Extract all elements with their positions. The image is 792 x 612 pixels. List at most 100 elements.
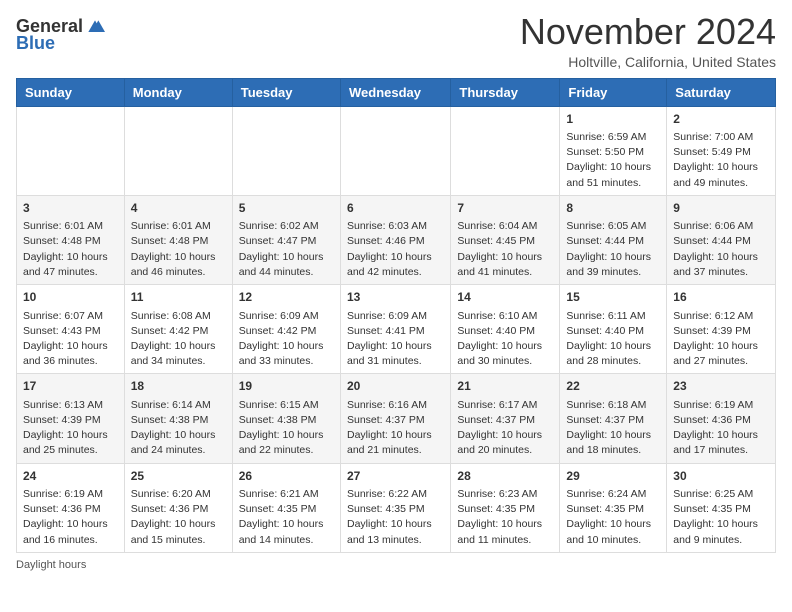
calendar-week-5: 24Sunrise: 6:19 AMSunset: 4:36 PMDayligh… [17,463,776,552]
day-info: Sunset: 4:35 PM [673,502,769,517]
day-number: 20 [347,378,444,395]
calendar-cell: 17Sunrise: 6:13 AMSunset: 4:39 PMDayligh… [17,374,125,463]
day-info: Sunrise: 6:14 AM [131,398,226,413]
day-info: Sunrise: 6:05 AM [566,219,660,234]
day-info: Daylight: 10 hours and 15 minutes. [131,517,226,547]
day-info: Daylight: 10 hours and 42 minutes. [347,250,444,280]
day-number: 16 [673,289,769,306]
day-info: Sunset: 4:35 PM [347,502,444,517]
calendar-week-3: 10Sunrise: 6:07 AMSunset: 4:43 PMDayligh… [17,285,776,374]
day-info: Daylight: 10 hours and 36 minutes. [23,339,118,369]
day-number: 23 [673,378,769,395]
day-number: 1 [566,111,660,128]
day-info: Sunset: 4:48 PM [23,234,118,249]
day-info: Sunrise: 6:06 AM [673,219,769,234]
footer: Daylight hours [16,559,776,571]
day-info: Sunrise: 6:09 AM [239,309,334,324]
title-section: November 2024 Holtville, California, Uni… [520,12,776,70]
day-info: Sunset: 5:50 PM [566,145,660,160]
day-info: Daylight: 10 hours and 24 minutes. [131,428,226,458]
calendar-cell: 25Sunrise: 6:20 AMSunset: 4:36 PMDayligh… [124,463,232,552]
day-number: 21 [457,378,553,395]
day-info: Daylight: 10 hours and 16 minutes. [23,517,118,547]
day-info: Sunrise: 6:07 AM [23,309,118,324]
day-info: Sunset: 4:39 PM [673,324,769,339]
calendar-cell: 10Sunrise: 6:07 AMSunset: 4:43 PMDayligh… [17,285,125,374]
day-number: 26 [239,468,334,485]
day-info: Sunrise: 6:59 AM [566,130,660,145]
day-info: Sunrise: 6:18 AM [566,398,660,413]
day-info: Sunset: 4:42 PM [239,324,334,339]
day-info: Daylight: 10 hours and 20 minutes. [457,428,553,458]
header-row: Sunday Monday Tuesday Wednesday Thursday… [17,78,776,106]
month-title: November 2024 [520,12,776,52]
day-info: Sunrise: 6:25 AM [673,487,769,502]
day-info: Daylight: 10 hours and 14 minutes. [239,517,334,547]
day-number: 11 [131,289,226,306]
day-info: Sunset: 4:36 PM [23,502,118,517]
day-number: 14 [457,289,553,306]
day-info: Sunrise: 6:04 AM [457,219,553,234]
day-info: Sunset: 4:48 PM [131,234,226,249]
day-info: Sunset: 4:44 PM [566,234,660,249]
day-number: 30 [673,468,769,485]
day-info: Sunset: 4:45 PM [457,234,553,249]
day-info: Sunset: 4:35 PM [239,502,334,517]
calendar-cell: 24Sunrise: 6:19 AMSunset: 4:36 PMDayligh… [17,463,125,552]
day-info: Sunset: 4:38 PM [131,413,226,428]
calendar-cell [340,106,450,195]
day-number: 6 [347,200,444,217]
day-info: Daylight: 10 hours and 25 minutes. [23,428,118,458]
col-monday: Monday [124,78,232,106]
day-info: Daylight: 10 hours and 51 minutes. [566,160,660,190]
day-number: 7 [457,200,553,217]
calendar-cell: 27Sunrise: 6:22 AMSunset: 4:35 PMDayligh… [340,463,450,552]
day-info: Sunset: 4:39 PM [23,413,118,428]
col-wednesday: Wednesday [340,78,450,106]
logo: General Blue [16,16,105,54]
calendar-cell: 26Sunrise: 6:21 AMSunset: 4:35 PMDayligh… [232,463,340,552]
day-number: 13 [347,289,444,306]
day-number: 25 [131,468,226,485]
day-info: Sunset: 4:38 PM [239,413,334,428]
calendar-cell: 7Sunrise: 6:04 AMSunset: 4:45 PMDaylight… [451,195,560,284]
day-info: Sunset: 4:35 PM [457,502,553,517]
calendar-week-2: 3Sunrise: 6:01 AMSunset: 4:48 PMDaylight… [17,195,776,284]
calendar-cell: 3Sunrise: 6:01 AMSunset: 4:48 PMDaylight… [17,195,125,284]
day-number: 9 [673,200,769,217]
day-info: Daylight: 10 hours and 39 minutes. [566,250,660,280]
day-info: Sunset: 4:36 PM [131,502,226,517]
calendar-cell: 28Sunrise: 6:23 AMSunset: 4:35 PMDayligh… [451,463,560,552]
calendar-cell: 29Sunrise: 6:24 AMSunset: 4:35 PMDayligh… [560,463,667,552]
calendar-cell: 21Sunrise: 6:17 AMSunset: 4:37 PMDayligh… [451,374,560,463]
day-number: 5 [239,200,334,217]
day-number: 4 [131,200,226,217]
day-info: Daylight: 10 hours and 49 minutes. [673,160,769,190]
day-info: Sunset: 4:46 PM [347,234,444,249]
day-number: 8 [566,200,660,217]
day-info: Daylight: 10 hours and 9 minutes. [673,517,769,547]
day-info: Daylight: 10 hours and 37 minutes. [673,250,769,280]
calendar-cell: 19Sunrise: 6:15 AMSunset: 4:38 PMDayligh… [232,374,340,463]
logo-blue: Blue [16,33,55,54]
col-friday: Friday [560,78,667,106]
calendar-cell: 11Sunrise: 6:08 AMSunset: 4:42 PMDayligh… [124,285,232,374]
col-saturday: Saturday [667,78,776,106]
day-info: Daylight: 10 hours and 47 minutes. [23,250,118,280]
day-info: Sunrise: 6:10 AM [457,309,553,324]
calendar-cell: 9Sunrise: 6:06 AMSunset: 4:44 PMDaylight… [667,195,776,284]
day-number: 27 [347,468,444,485]
calendar-cell: 4Sunrise: 6:01 AMSunset: 4:48 PMDaylight… [124,195,232,284]
day-number: 15 [566,289,660,306]
day-info: Daylight: 10 hours and 17 minutes. [673,428,769,458]
day-info: Daylight: 10 hours and 21 minutes. [347,428,444,458]
day-number: 22 [566,378,660,395]
col-tuesday: Tuesday [232,78,340,106]
day-info: Sunset: 4:42 PM [131,324,226,339]
calendar-week-4: 17Sunrise: 6:13 AMSunset: 4:39 PMDayligh… [17,374,776,463]
day-info: Daylight: 10 hours and 30 minutes. [457,339,553,369]
daylight-label: Daylight hours [16,559,86,571]
day-number: 2 [673,111,769,128]
calendar-table: Sunday Monday Tuesday Wednesday Thursday… [16,78,776,553]
calendar-cell: 16Sunrise: 6:12 AMSunset: 4:39 PMDayligh… [667,285,776,374]
